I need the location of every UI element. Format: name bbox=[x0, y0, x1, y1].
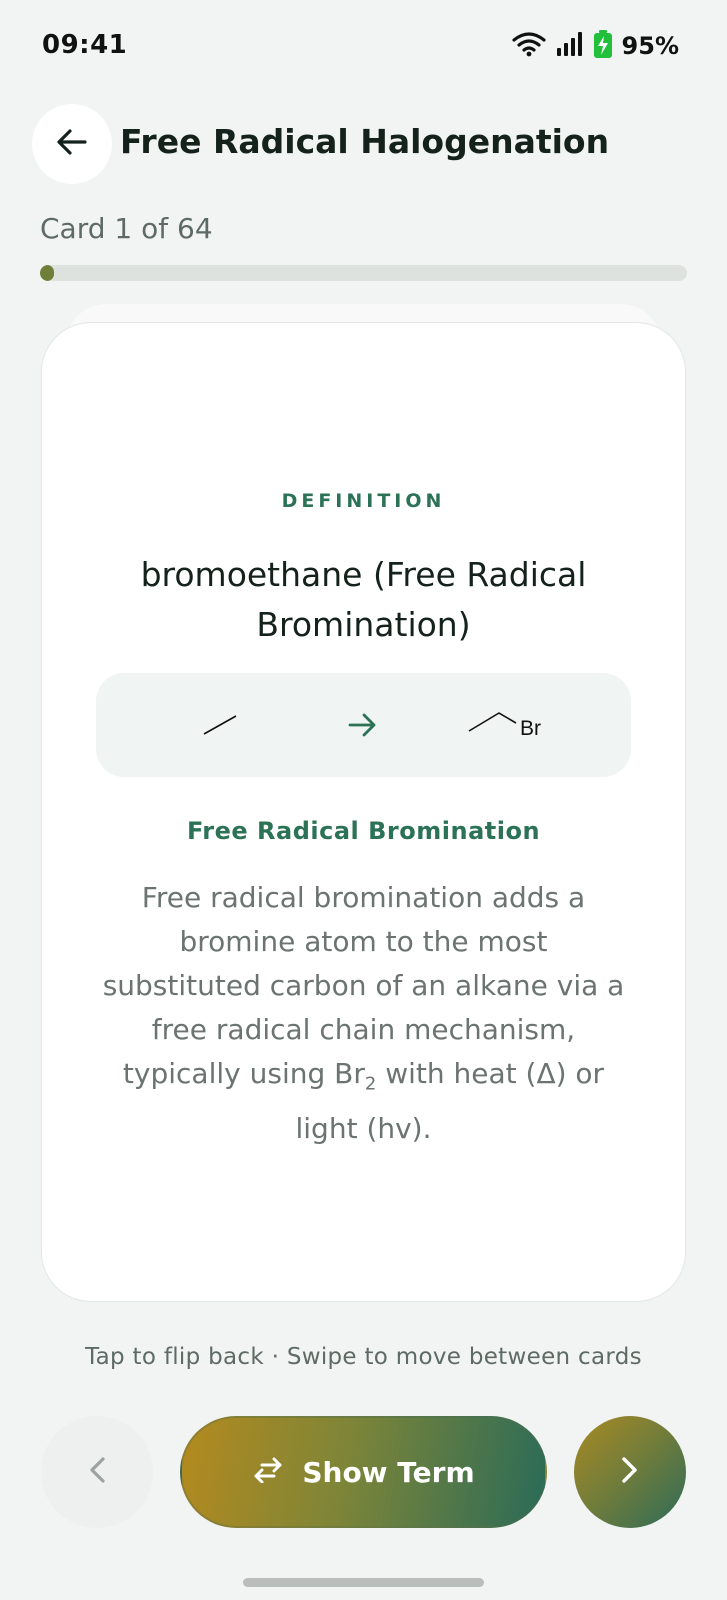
card-side-label: DEFINITION bbox=[281, 490, 446, 512]
reaction-description: Free radical bromination adds a bromine … bbox=[96, 876, 631, 1151]
battery-charging-icon bbox=[593, 30, 612, 62]
signal-icon bbox=[556, 31, 584, 61]
product-structure: Br bbox=[468, 712, 541, 740]
wifi-icon bbox=[511, 31, 546, 61]
product-atom-label: Br bbox=[520, 717, 541, 740]
status-bar: 09:41 95% bbox=[0, 0, 727, 90]
flashcard[interactable] bbox=[41, 322, 686, 1302]
description-subscript: 2 bbox=[364, 1073, 377, 1095]
reaction-arrow-icon bbox=[348, 713, 376, 737]
back-button[interactable] bbox=[32, 104, 112, 184]
chevron-right-icon bbox=[621, 1456, 639, 1488]
gesture-hint: Tap to flip back · Swipe to move between… bbox=[85, 1344, 642, 1370]
home-indicator[interactable] bbox=[243, 1578, 484, 1587]
page-title: Free Radical Halogenation bbox=[120, 122, 610, 161]
next-card-button[interactable] bbox=[574, 1416, 686, 1528]
show-term-button[interactable]: Show Term bbox=[180, 1416, 547, 1528]
reaction-name: Free Radical Bromination bbox=[186, 817, 541, 845]
card-counter: Card 1 of 64 bbox=[40, 212, 213, 245]
battery-percent: 95% bbox=[621, 32, 679, 60]
card-term: bromoethane (Free Radical Bromination) bbox=[140, 555, 587, 644]
arrow-left-icon bbox=[57, 129, 87, 159]
status-time: 09:41 bbox=[42, 30, 128, 60]
chevron-left-icon bbox=[88, 1456, 106, 1488]
reactant-structure bbox=[203, 715, 237, 735]
previous-card-button[interactable] bbox=[41, 1416, 153, 1528]
swap-arrows-icon bbox=[252, 1457, 284, 1487]
reaction-scheme: Br bbox=[96, 673, 631, 777]
status-icons: 95% bbox=[511, 30, 679, 62]
progress-fill bbox=[40, 265, 54, 281]
show-term-label: Show Term bbox=[302, 1455, 475, 1489]
progress-bar bbox=[40, 265, 687, 281]
